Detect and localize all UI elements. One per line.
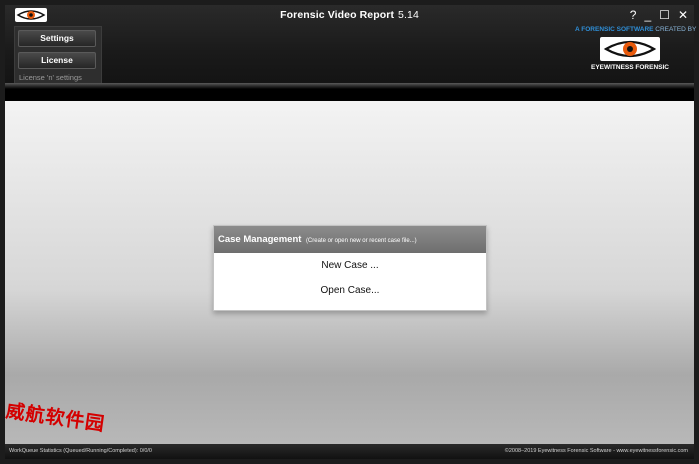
brand-name: EYEWITNESS FORENSIC bbox=[590, 64, 669, 71]
main-area: Case Management (Create or open new or r… bbox=[5, 101, 694, 444]
brand-logo bbox=[600, 37, 660, 61]
new-case-button[interactable]: New Case ... bbox=[214, 253, 486, 278]
settings-button[interactable]: Settings bbox=[18, 30, 96, 47]
brand-block: A FORENSIC SOFTWARE CREATED BY EYEWITNES… bbox=[575, 26, 696, 71]
header-divider bbox=[5, 83, 694, 101]
case-management-header: Case Management (Create or open new or r… bbox=[214, 226, 486, 253]
app-window: Forensic Video Report 5.14 ? _ ☐ ✕ Settin… bbox=[0, 0, 699, 464]
app-version: 5.14 bbox=[398, 9, 419, 21]
workqueue-label: WorkQueue Statistics (Queued/Running/Com… bbox=[9, 448, 139, 454]
window-controls: ? _ ☐ ✕ bbox=[630, 7, 688, 23]
app-title: Forensic Video Report bbox=[280, 9, 395, 21]
panel-label: License 'n' settings bbox=[19, 73, 82, 82]
brand-tagline: A FORENSIC SOFTWARE CREATED BY bbox=[575, 26, 696, 33]
workqueue-value: 0/0/0 bbox=[139, 448, 152, 454]
status-bar: WorkQueue Statistics (Queued/Running/Com… bbox=[5, 444, 694, 459]
maximize-icon[interactable]: ☐ bbox=[659, 7, 670, 23]
help-icon[interactable]: ? bbox=[630, 7, 637, 23]
close-icon[interactable]: ✕ bbox=[678, 7, 688, 23]
eye-logo-icon bbox=[603, 40, 657, 58]
case-management-panel: Case Management (Create or open new or r… bbox=[213, 225, 487, 311]
license-button[interactable]: License bbox=[18, 52, 96, 69]
case-management-subtitle: (Create or open new or recent case file.… bbox=[305, 238, 417, 244]
brand-tagline-small: CREATED BY bbox=[655, 26, 697, 33]
copyright-text: ©2008–2019 Eyewitness Forensic Software … bbox=[504, 448, 688, 454]
minimize-icon[interactable]: _ bbox=[644, 7, 651, 23]
open-case-button[interactable]: Open Case... bbox=[214, 278, 486, 303]
header: Forensic Video Report 5.14 ? _ ☐ ✕ Settin… bbox=[5, 5, 696, 86]
case-management-title: Case Management bbox=[218, 234, 302, 245]
license-settings-panel: Settings License License 'n' settings bbox=[14, 26, 102, 86]
workqueue-stats: WorkQueue Statistics (Queued/Running/Com… bbox=[9, 444, 152, 459]
brand-tagline-text: A FORENSIC SOFTWARE bbox=[575, 26, 654, 33]
window-title: Forensic Video Report 5.14 bbox=[5, 9, 694, 21]
